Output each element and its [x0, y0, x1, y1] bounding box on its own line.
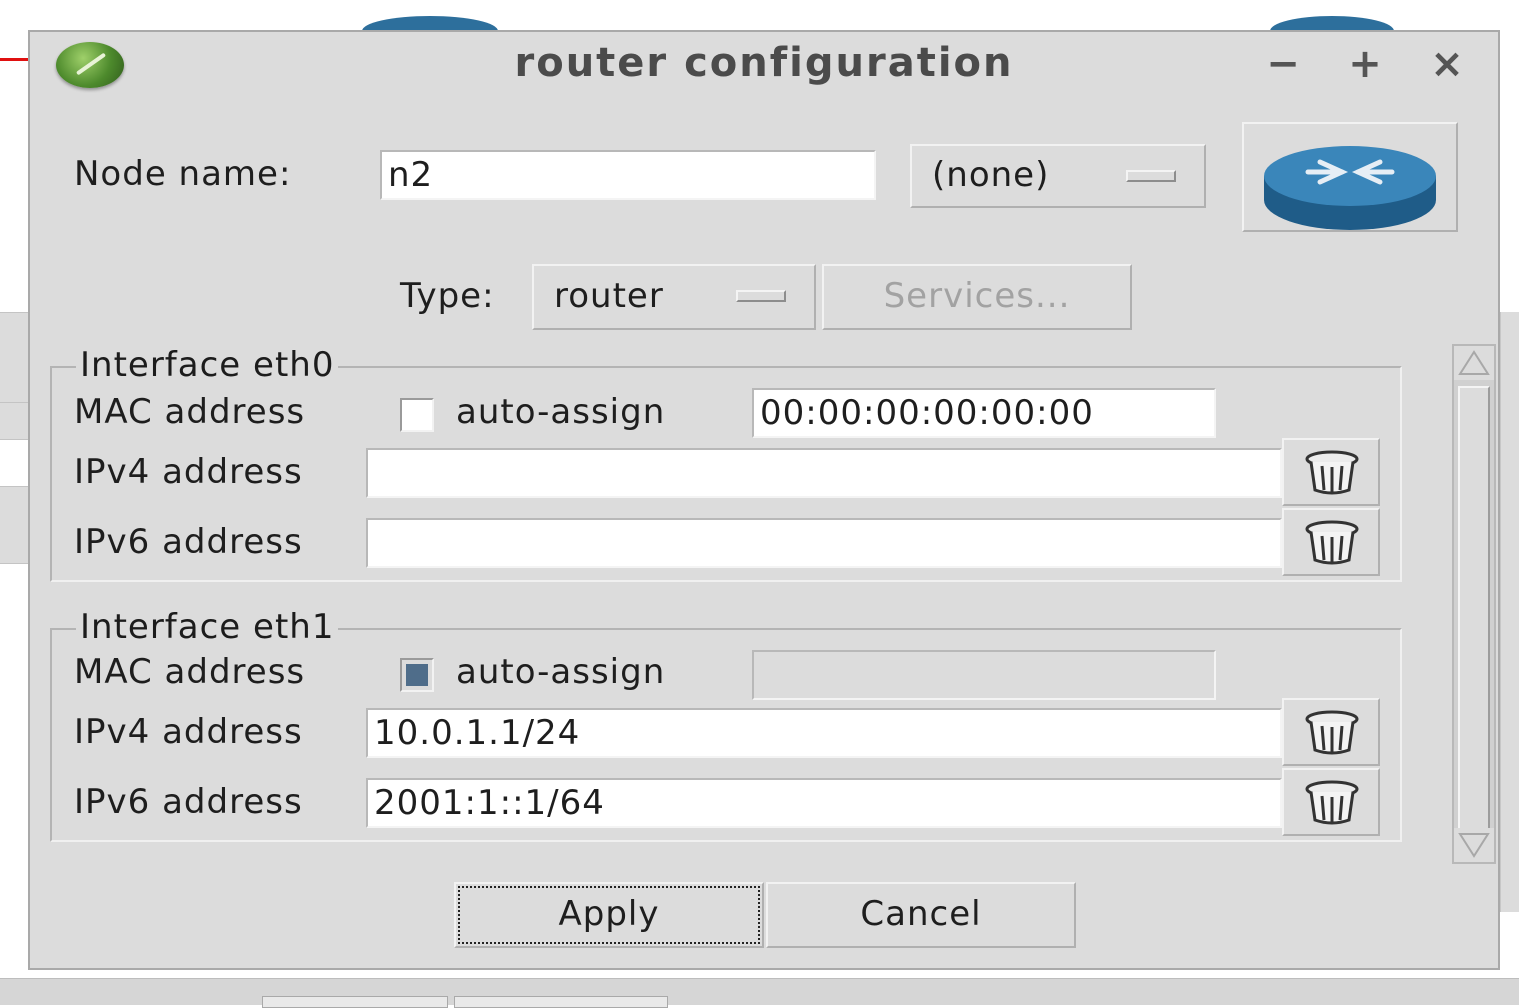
- router-icon: [1264, 146, 1436, 230]
- eth0-mac-label: MAC address: [74, 392, 306, 432]
- eth0-ipv4-label: IPv4 address: [74, 452, 303, 492]
- eth1-ipv6-delete-button[interactable]: [1282, 768, 1380, 836]
- eth1-auto-assign-label: auto-assign: [456, 652, 666, 692]
- maximize-button[interactable]: +: [1340, 40, 1390, 88]
- scroll-down-button[interactable]: [1454, 828, 1494, 862]
- background-panel: [0, 402, 30, 440]
- eth0-ipv6-label: IPv6 address: [74, 522, 303, 562]
- dropdown-indicator-icon: [736, 290, 786, 302]
- eth1-auto-assign-checkbox[interactable]: [400, 658, 434, 692]
- apply-button[interactable]: Apply: [454, 882, 764, 948]
- node-icon-button[interactable]: [1242, 122, 1458, 232]
- eth0-auto-assign-checkbox[interactable]: [400, 398, 434, 432]
- title-bar[interactable]: router configuration − + ×: [30, 32, 1498, 98]
- background-tab: [262, 996, 448, 1008]
- background-panel: [0, 486, 30, 564]
- interface-eth0-title: Interface eth0: [76, 346, 339, 384]
- interfaces-scrollbar[interactable]: [1452, 344, 1496, 864]
- eth1-ipv6-label: IPv6 address: [74, 782, 303, 822]
- eth1-mac-label: MAC address: [74, 652, 306, 692]
- background-panel: [1500, 312, 1519, 912]
- minimize-button[interactable]: −: [1258, 40, 1308, 88]
- node-name-label: Node name:: [74, 154, 292, 194]
- trash-can-icon: [1305, 710, 1359, 755]
- type-menu-button[interactable]: router: [532, 264, 816, 330]
- arrow-down-icon: [1458, 833, 1490, 858]
- eth0-auto-assign-label: auto-assign: [456, 392, 666, 432]
- trash-can-icon: [1305, 450, 1359, 495]
- eth0-ipv6-delete-button[interactable]: [1282, 508, 1380, 576]
- cancel-button[interactable]: Cancel: [766, 882, 1076, 948]
- scrollbar-thumb[interactable]: [1458, 386, 1490, 834]
- eth1-ipv4-delete-button[interactable]: [1282, 698, 1380, 766]
- scroll-up-button[interactable]: [1454, 346, 1494, 380]
- eth0-ipv4-input[interactable]: [366, 448, 1282, 498]
- background-tab: [454, 996, 668, 1008]
- background-status-strip: [0, 978, 1519, 1005]
- trash-can-icon: [1305, 520, 1359, 565]
- arrow-up-icon: [1458, 350, 1490, 375]
- services-button[interactable]: Services...: [822, 264, 1132, 330]
- trash-can-icon: [1305, 780, 1359, 825]
- eth1-ipv6-input[interactable]: [366, 778, 1282, 828]
- eth0-ipv4-delete-button[interactable]: [1282, 438, 1380, 506]
- eth1-ipv4-label: IPv4 address: [74, 712, 303, 752]
- router-configuration-dialog: router configuration − + × Node name: (n…: [28, 30, 1500, 970]
- server-menu-value: (none): [932, 155, 1050, 195]
- interface-eth1-title: Interface eth1: [76, 608, 339, 646]
- type-menu-value: router: [554, 276, 664, 316]
- eth1-mac-input[interactable]: [752, 650, 1216, 700]
- eth1-ipv4-input[interactable]: [366, 708, 1282, 758]
- background-panel: [0, 312, 30, 404]
- dropdown-indicator-icon: [1126, 170, 1176, 182]
- eth0-ipv6-input[interactable]: [366, 518, 1282, 568]
- type-label: Type:: [400, 276, 495, 316]
- eth0-mac-input[interactable]: [752, 388, 1216, 438]
- server-menu-button[interactable]: (none): [910, 144, 1206, 208]
- background-link-line: [0, 58, 30, 61]
- close-button[interactable]: ×: [1422, 40, 1472, 88]
- node-name-input[interactable]: [380, 150, 876, 200]
